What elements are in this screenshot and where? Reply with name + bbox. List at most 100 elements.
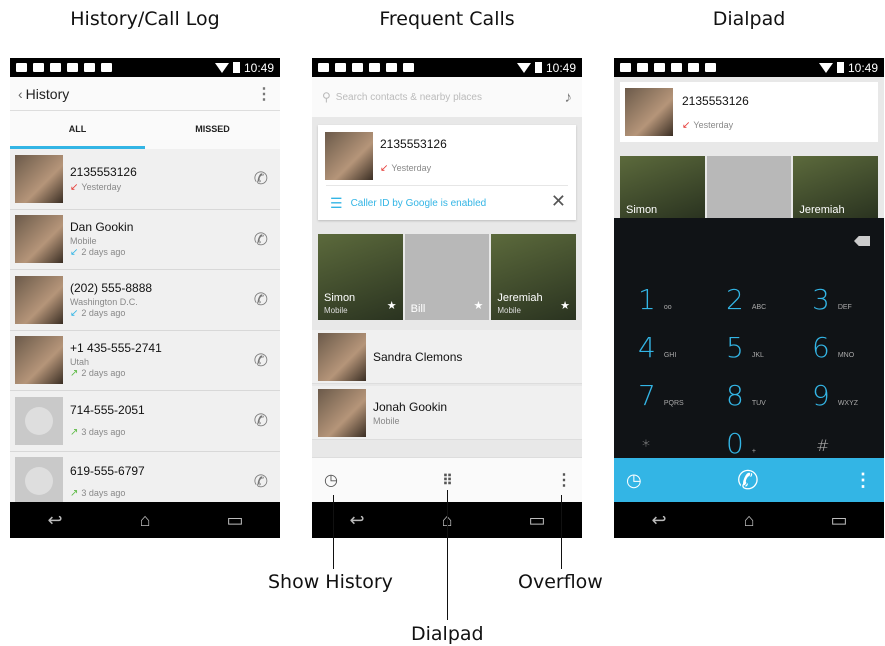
call-phone-icon[interactable]: ✆ [254, 351, 268, 371]
dial-key-star[interactable]: * [642, 410, 732, 454]
dial-key-1[interactable]: 1 oo [638, 270, 728, 314]
barcode-icon [705, 63, 716, 72]
call-phone-icon[interactable]: ✆ [254, 472, 268, 492]
incoming-call-icon: ↙ [70, 247, 79, 259]
missed-call-icon: ↙ [380, 163, 389, 174]
call-log-row[interactable]: +1 435-555-2741 Utah ↗ 2 days ago ✆ [10, 330, 280, 391]
recent-call-name: 2135553126 [682, 94, 749, 108]
microphone-icon[interactable]: ♪ [565, 89, 573, 106]
system-nav-bar: ↩ ⌂ ▭ [614, 502, 884, 538]
dial-key-0[interactable]: 0 + [726, 414, 816, 458]
contact-placeholder-avatar [15, 457, 63, 502]
favorite-tile[interactable]: Jeremiah Mobile ★ [491, 234, 577, 320]
caller-id-notice[interactable]: Caller ID by Google is enabled [351, 198, 487, 209]
favorite-name: Jeremiah [497, 292, 543, 304]
dial-key-6[interactable]: 6 MNO [812, 318, 884, 362]
outgoing-call-icon: ↗ [70, 487, 79, 499]
call-log-row[interactable]: 2135553126 ↙ Yesterday ✆ [10, 149, 280, 210]
recents-icon[interactable]: ▭ [215, 510, 255, 531]
back-icon[interactable]: ↩ [35, 510, 75, 531]
contact-name: Jonah Gookin [373, 399, 448, 414]
dial-key-9[interactable]: 9 WXYZ [812, 366, 884, 410]
favorites-strip: Simon Jeremiah [620, 156, 879, 218]
favorite-tile[interactable]: Simon [620, 156, 705, 218]
check-icon [84, 63, 95, 72]
recents-icon[interactable]: ▭ [819, 510, 859, 531]
missed-call-icon: ↙ [682, 120, 691, 131]
favorite-sub: Mobile [324, 306, 348, 315]
outgoing-call-icon: ↗ [70, 368, 79, 380]
call-button[interactable]: ✆ [737, 465, 759, 496]
dialpad-action-bar: ◷ ✆ ⋮ [614, 458, 884, 502]
recent-call-card[interactable]: 2135553126 ↙ Yesterday [620, 82, 878, 142]
dial-key-5[interactable]: 5 JKL [726, 318, 816, 362]
close-icon[interactable]: ✕ [551, 191, 566, 212]
dialpad-grid-icon[interactable]: ⠿ [442, 473, 452, 487]
call-log-row[interactable]: 714-555-2051 ↗ 3 days ago ✆ [10, 391, 280, 452]
barcode-icon [101, 63, 112, 72]
favorite-tile[interactable]: Bill ★ [404, 234, 490, 320]
call-name: 2135553126 [70, 164, 137, 179]
dial-key-hash[interactable]: # [816, 410, 884, 454]
backspace-icon[interactable] [854, 236, 870, 246]
call-log-row[interactable]: 619-555-6797 ↗ 3 days ago ✆ [10, 451, 280, 502]
favorite-tile[interactable]: Simon Mobile ★ [318, 234, 403, 320]
search-icon: ⚲ [322, 90, 331, 104]
caption-history-call-log: History/Call Log [70, 8, 220, 30]
history-clock-icon[interactable]: ◷ [324, 470, 338, 490]
call-phone-icon[interactable]: ✆ [254, 169, 268, 189]
call-time: 3 days ago [81, 427, 126, 438]
check-icon [386, 63, 397, 72]
call-phone-icon[interactable]: ✆ [254, 230, 268, 250]
tab-missed[interactable]: MISSED [145, 111, 280, 149]
dial-key-2[interactable]: 2 ABC [726, 270, 816, 314]
contact-row[interactable]: Sandra Clemons [312, 330, 582, 384]
search-input[interactable]: Search contacts & nearby places [336, 92, 482, 103]
outgoing-call-icon: ↗ [70, 427, 79, 439]
favorite-tile[interactable] [706, 156, 792, 218]
mail-icon [33, 63, 44, 72]
home-icon[interactable]: ⌂ [729, 510, 769, 531]
search-bar[interactable]: ⚲ Search contacts & nearby places ♪ [312, 77, 582, 117]
contact-row[interactable]: Jonah Gookin Mobile [312, 386, 582, 440]
call-sub: Utah [70, 357, 90, 368]
dial-key-8[interactable]: 8 TUV [726, 366, 816, 410]
home-icon[interactable]: ⌂ [125, 510, 165, 531]
favorite-tile[interactable]: Jeremiah [793, 156, 879, 218]
back-chevron-icon[interactable]: ‹ [18, 86, 23, 102]
tab-all[interactable]: ALL [10, 111, 145, 149]
favorite-name: Simon [324, 292, 356, 304]
caption-dialpad: Dialpad [712, 8, 786, 30]
star-icon[interactable]: ★ [473, 299, 483, 312]
overflow-menu-icon[interactable]: ⋮ [854, 470, 872, 491]
status-bar: 10:49 [312, 58, 582, 77]
back-icon[interactable]: ↩ [639, 510, 679, 531]
overflow-menu-icon[interactable]: ⋮ [256, 84, 272, 104]
star-icon[interactable]: ★ [387, 299, 397, 312]
call-log-row[interactable]: (202) 555-8888 Washington D.C. ↙ 2 days a… [10, 270, 280, 331]
dial-key-4[interactable]: 4 GHI [638, 318, 728, 362]
contact-photo [15, 336, 63, 385]
phone-frequent-calls: 10:49 ⚲ Search contacts & nearby places … [312, 58, 582, 538]
favorite-name: Jeremiah [799, 204, 845, 216]
download-icon [369, 63, 380, 72]
call-phone-icon[interactable]: ✆ [254, 290, 268, 310]
recent-call-time: Yesterday [693, 120, 734, 130]
callout-dialpad: Dialpad [411, 623, 484, 645]
recent-call-card[interactable]: 2135553126 ↙ Yesterday ☰ Caller ID by Goog… [318, 125, 576, 220]
call-time: 3 days ago [81, 487, 126, 498]
call-log-row[interactable]: Dan Gookin Mobile ↙ 2 days ago ✆ [10, 209, 280, 270]
call-phone-icon[interactable]: ✆ [254, 411, 268, 431]
clock: 10:49 [243, 60, 274, 75]
recent-call-name: 2135553126 [380, 137, 447, 151]
battery-icon [232, 62, 240, 73]
recents-icon[interactable]: ▭ [517, 510, 557, 531]
dial-key-7[interactable]: 7 PQRS [638, 366, 728, 410]
back-icon[interactable]: ↩ [337, 510, 377, 531]
overflow-menu-icon[interactable]: ⋮ [556, 470, 572, 490]
history-clock-icon[interactable]: ◷ [626, 470, 642, 491]
dial-key-3[interactable]: 3 DEF [812, 270, 884, 314]
star-icon[interactable]: ★ [560, 299, 570, 312]
contact-photo [318, 388, 366, 437]
contact-sub: Mobile [373, 415, 400, 426]
